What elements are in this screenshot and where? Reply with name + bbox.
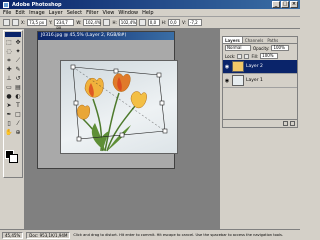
type-tool-icon[interactable]: T bbox=[14, 102, 22, 110]
blur-tool-icon[interactable]: ● bbox=[5, 93, 13, 101]
panel-tabs: Layers Channels Paths bbox=[223, 37, 297, 44]
status-hint: Click and drag to distort. Hit enter to … bbox=[73, 233, 284, 237]
gradient-tool-icon[interactable]: ▤ bbox=[14, 84, 22, 92]
lock-label: Lock: bbox=[225, 53, 236, 59]
crop-tool-icon[interactable]: ⌗ bbox=[5, 57, 13, 65]
layers-panel: Layers Channels Paths Normal Opacity: 10… bbox=[222, 36, 298, 128]
menu-image[interactable]: Image bbox=[29, 10, 45, 16]
move-tool-icon[interactable]: ✥ bbox=[14, 39, 22, 47]
blend-mode-select[interactable]: Normal bbox=[225, 45, 251, 51]
notes-tool-icon[interactable]: ▯ bbox=[5, 120, 13, 128]
new-layer-icon[interactable] bbox=[283, 121, 288, 126]
path-select-icon[interactable]: ➤ bbox=[5, 102, 13, 110]
tulip-image bbox=[70, 64, 168, 152]
slice-tool-icon[interactable]: ⟋ bbox=[14, 57, 22, 65]
h-field[interactable]: 102,4% bbox=[118, 19, 137, 26]
opacity-label: Opacity: bbox=[253, 45, 270, 51]
angle-field[interactable]: 0,0 bbox=[147, 19, 160, 26]
layer-name: Layer 2 bbox=[246, 64, 263, 69]
healing-brush-icon[interactable]: ✚ bbox=[5, 66, 13, 74]
layers-panel-footer bbox=[223, 119, 297, 127]
pen-tool-icon[interactable]: ✒ bbox=[5, 111, 13, 119]
photoshop-app-icon bbox=[3, 1, 9, 8]
background-color-swatch[interactable] bbox=[9, 154, 18, 163]
tab-paths[interactable]: Paths bbox=[265, 37, 280, 43]
layer-name: Layer 1 bbox=[246, 78, 263, 83]
y-field[interactable]: 234,7 px bbox=[54, 19, 75, 30]
tab-layers[interactable]: Layers bbox=[223, 37, 243, 43]
lock-pixels-icon[interactable] bbox=[244, 53, 250, 59]
eraser-tool-icon[interactable]: ▭ bbox=[5, 84, 13, 92]
layer-thumbnail bbox=[232, 61, 244, 72]
lasso-tool-icon[interactable]: ◌ bbox=[5, 48, 13, 56]
layer-row-layer-1[interactable]: ◉ Layer 1 bbox=[223, 74, 297, 88]
menu-help[interactable]: Help bbox=[142, 10, 153, 16]
history-brush-icon[interactable]: ↺ bbox=[14, 75, 22, 83]
angle-icon bbox=[138, 19, 146, 26]
x-label: X: bbox=[21, 20, 26, 25]
eyedropper-icon[interactable]: ⁄ bbox=[14, 120, 22, 128]
menu-edit[interactable]: Edit bbox=[15, 10, 25, 16]
w-label: W: bbox=[76, 20, 82, 25]
document-title[interactable]: J0316.jpg @ 45,5% (Layer 2, RGB/8#) bbox=[38, 32, 174, 40]
image-canvas[interactable] bbox=[60, 60, 178, 154]
menu-filter[interactable]: Filter bbox=[86, 10, 98, 16]
h-label: H: bbox=[112, 20, 117, 25]
menu-file[interactable]: File bbox=[3, 10, 11, 16]
shape-tool-icon[interactable]: □ bbox=[14, 111, 22, 119]
menu-bar: File Edit Image Layer Select Filter View… bbox=[0, 9, 300, 17]
lock-transparency-icon[interactable] bbox=[237, 53, 243, 59]
eye-icon[interactable]: ◉ bbox=[224, 64, 230, 70]
close-button[interactable]: × bbox=[290, 1, 298, 8]
menu-select[interactable]: Select bbox=[67, 10, 82, 16]
fill-label: Fill: bbox=[251, 53, 259, 59]
zoom-tool-icon[interactable]: ⊕ bbox=[14, 129, 22, 137]
hand-tool-icon[interactable]: ✋ bbox=[5, 129, 13, 137]
y-label: Y: bbox=[49, 20, 53, 25]
layer-thumbnail bbox=[232, 75, 244, 86]
doc-size: Doc: 953,1K/1,94M bbox=[26, 231, 71, 239]
marquee-tool-icon[interactable]: ⬚ bbox=[5, 39, 13, 47]
stamp-tool-icon[interactable]: ⊥ bbox=[5, 75, 13, 83]
dodge-tool-icon[interactable]: ◐ bbox=[14, 93, 22, 101]
window-title: Adobe Photoshop bbox=[12, 1, 62, 8]
fill-field[interactable]: 100% bbox=[260, 53, 279, 59]
menu-layer[interactable]: Layer bbox=[49, 10, 63, 16]
reference-point-icon[interactable] bbox=[12, 19, 19, 26]
transform-tool-icon[interactable] bbox=[3, 19, 10, 26]
status-bar: 45,45% Doc: 953,1K/1,94M Click and drag … bbox=[0, 229, 300, 240]
skew-v-label: V: bbox=[182, 20, 186, 25]
lock-row: Lock: Fill: 100% bbox=[223, 52, 297, 60]
maximize-button[interactable]: □ bbox=[281, 1, 289, 8]
layer-row-layer-2[interactable]: ◉ Layer 2 bbox=[223, 60, 297, 74]
x-field[interactable]: 73,5 px bbox=[27, 19, 48, 26]
magic-wand-icon[interactable]: ✦ bbox=[14, 48, 22, 56]
options-bar: X: 73,5 px Y: 234,7 px W: 102,4% H: 102,… bbox=[0, 17, 300, 30]
menu-view[interactable]: View bbox=[103, 10, 115, 16]
skew-v-field[interactable]: -7,2 bbox=[187, 19, 202, 26]
trash-icon[interactable] bbox=[290, 121, 295, 126]
toolbox-header[interactable] bbox=[5, 32, 21, 37]
minimize-button[interactable]: _ bbox=[272, 1, 280, 8]
menu-window[interactable]: Window bbox=[118, 10, 138, 16]
link-icon[interactable] bbox=[103, 19, 111, 26]
skew-h-field[interactable]: 0,0 bbox=[168, 19, 181, 26]
brush-tool-icon[interactable]: ✎ bbox=[14, 66, 22, 74]
skew-h-label: H: bbox=[161, 20, 167, 25]
tab-channels[interactable]: Channels bbox=[243, 37, 266, 43]
zoom-level[interactable]: 45,45% bbox=[2, 231, 24, 239]
window-titlebar: Adobe Photoshop _ □ × bbox=[0, 0, 300, 9]
w-field[interactable]: 102,4% bbox=[83, 19, 102, 26]
blend-row: Normal Opacity: 100% bbox=[223, 44, 297, 52]
eye-icon[interactable]: ◉ bbox=[224, 78, 230, 84]
opacity-field[interactable]: 100% bbox=[271, 45, 290, 51]
